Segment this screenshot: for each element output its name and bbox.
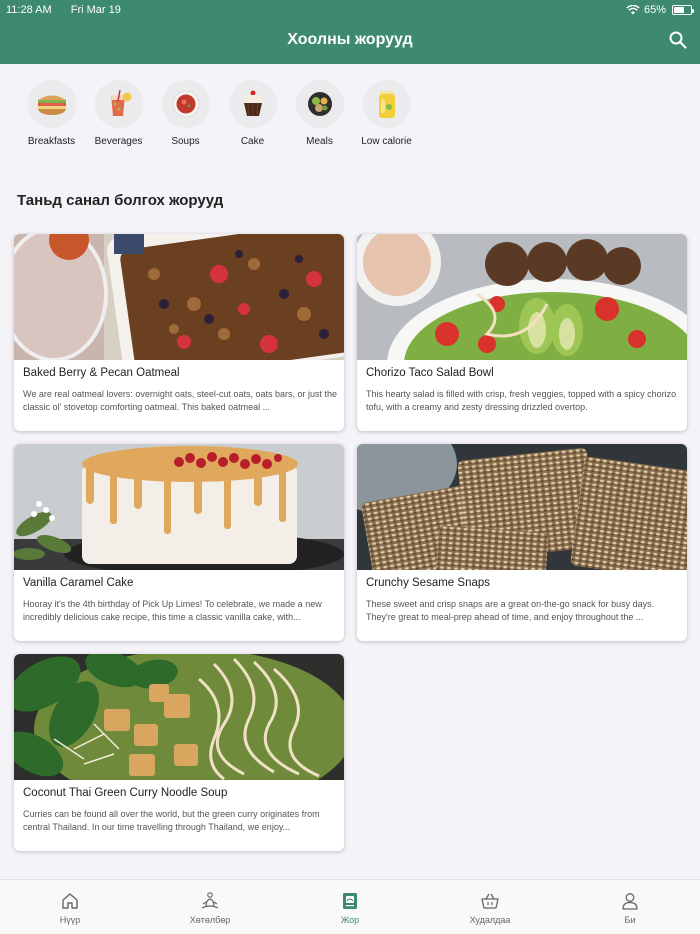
tab-home[interactable]: Нүүр (0, 880, 140, 934)
category-label: Soups (171, 136, 200, 147)
battery-percent: 65% (643, 4, 666, 16)
recipe-description: This hearty salad is filled with crisp, … (366, 389, 677, 412)
tab-label: Нүүр (59, 915, 81, 925)
category-label: Meals (306, 136, 333, 147)
tab-label: Худалдаа (469, 915, 511, 925)
recipe-title: Baked Berry & Pecan Oatmeal (23, 367, 180, 379)
recipe-book-icon (343, 893, 357, 909)
juice-icon (362, 80, 411, 128)
search-icon[interactable] (668, 30, 688, 50)
soup-bowl-icon (161, 80, 210, 128)
app-header: 11:28 AM Fri Mar 19 65% Хоолны жорууд (0, 0, 700, 64)
recipe-card[interactable]: Chorizo Taco Salad Bowl This hearty sala… (357, 234, 687, 431)
wifi-icon (626, 5, 640, 15)
category-meals[interactable]: Meals (286, 80, 353, 147)
tab-label: Жор (340, 915, 360, 925)
meditation-icon (201, 892, 219, 909)
tab-shop[interactable]: Худалдаа (420, 880, 560, 934)
category-cake[interactable]: Cake (219, 80, 286, 147)
recipe-title: Chorizo Taco Salad Bowl (366, 367, 494, 379)
category-label: Breakfasts (27, 136, 76, 147)
recipe-image (14, 444, 344, 570)
recipe-description: We are real oatmeal lovers: overnight oa… (23, 389, 337, 412)
category-label: Low calorie (361, 136, 412, 147)
tab-recipes[interactable]: Жор (280, 880, 420, 934)
meal-bowl-icon (295, 80, 344, 128)
tab-label: Хөтөлбөр (189, 915, 231, 925)
recipe-description: Hooray it's the 4th birthday of Pick Up … (23, 599, 322, 622)
recipe-description: These sweet and crisp snaps are a great … (366, 599, 655, 622)
tab-bar: Нүүр Хөтөлбөр Жор Худалдаа Би (0, 879, 700, 934)
recipe-card[interactable]: Coconut Thai Green Curry Noodle Soup Cur… (14, 654, 344, 851)
tab-label: Би (624, 915, 636, 925)
shopping-basket-icon (481, 893, 499, 909)
page-title: Хоолны жорууд (287, 31, 413, 48)
user-icon (622, 893, 638, 910)
category-label: Beverages (94, 136, 143, 147)
category-soups[interactable]: Soups (152, 80, 219, 147)
drink-icon (94, 80, 143, 128)
status-time: 11:28 AM (6, 4, 52, 16)
recipe-image (357, 444, 687, 570)
section-title: Таньд санал болгох жорууд (17, 192, 224, 209)
category-list: Breakfasts Beverages Soups Cake Meals Lo… (18, 80, 420, 147)
home-icon (62, 893, 78, 909)
recipe-description: Curries can be found all over the world,… (23, 809, 320, 832)
recipe-title: Crunchy Sesame Snaps (366, 577, 491, 589)
tab-profile[interactable]: Би (560, 880, 700, 934)
recipe-image (14, 234, 344, 360)
category-low-calorie[interactable]: Low calorie (353, 80, 420, 147)
recipe-card[interactable]: Vanilla Caramel Cake Hooray it's the 4th… (14, 444, 344, 641)
recipe-image (14, 654, 344, 780)
category-label: Cake (240, 136, 265, 147)
category-beverages[interactable]: Beverages (85, 80, 152, 147)
recipe-card[interactable]: Baked Berry & Pecan Oatmeal We are real … (14, 234, 344, 431)
status-bar: 11:28 AM Fri Mar 19 65% (6, 3, 694, 17)
tab-program[interactable]: Хөтөлбөр (140, 880, 280, 934)
recipe-image (357, 234, 687, 360)
sandwich-icon (27, 80, 76, 128)
recipe-card[interactable]: Crunchy Sesame Snaps These sweet and cri… (357, 444, 687, 641)
battery-icon (672, 5, 694, 15)
cupcake-icon (228, 80, 277, 128)
recipe-title: Coconut Thai Green Curry Noodle Soup (23, 787, 228, 799)
recipe-title: Vanilla Caramel Cake (23, 577, 134, 589)
category-breakfasts[interactable]: Breakfasts (18, 80, 85, 147)
status-date: Fri Mar 19 (70, 4, 121, 16)
